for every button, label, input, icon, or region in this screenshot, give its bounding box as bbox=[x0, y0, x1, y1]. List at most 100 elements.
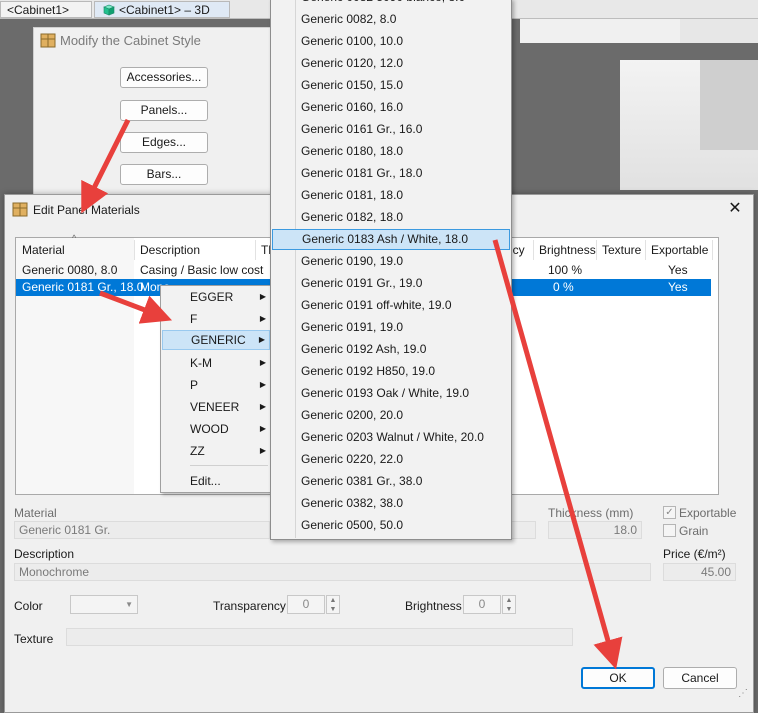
material-field[interactable]: Generic 0181 Gr. bbox=[14, 521, 270, 539]
brightness-spinner[interactable]: ▲ ▼ bbox=[502, 595, 516, 614]
modify-panel-title: Modify the Cabinet Style bbox=[60, 33, 201, 48]
price-field[interactable]: 45.00 bbox=[663, 563, 736, 581]
dropdown-item[interactable]: Generic 0220, 22.0 bbox=[272, 449, 510, 470]
menu-item-label: GENERIC bbox=[191, 333, 246, 347]
menu-item-label: K-M bbox=[190, 356, 212, 370]
col-header-material[interactable]: Material bbox=[18, 240, 135, 260]
menu-item-label: EGGER bbox=[190, 290, 234, 304]
tab-label: <Cabinet1> – 3D bbox=[119, 3, 210, 17]
tab-cabinet1[interactable]: <Cabinet1> bbox=[0, 1, 92, 18]
texture-field[interactable] bbox=[66, 628, 573, 646]
dropdown-item[interactable]: Generic 0200, 20.0 bbox=[272, 405, 510, 426]
brightness-input[interactable]: 0 bbox=[463, 595, 501, 614]
submenu-arrow-icon: ▶ bbox=[259, 358, 266, 367]
dropdown-item[interactable]: Generic 0120, 12.0 bbox=[272, 53, 510, 74]
cancel-button[interactable]: Cancel bbox=[663, 667, 737, 689]
dropdown-item[interactable]: Generic 0082, 8.0 bbox=[272, 9, 510, 30]
submenu-arrow-icon: ▶ bbox=[259, 424, 266, 433]
menu-item-label: F bbox=[190, 312, 198, 326]
cell-exportable: Yes bbox=[668, 263, 688, 277]
accessories-button[interactable]: Accessories... bbox=[120, 67, 208, 88]
cabinet-icon bbox=[40, 33, 56, 48]
panels-button[interactable]: Panels... bbox=[120, 100, 208, 121]
bars-button[interactable]: Bars... bbox=[120, 164, 208, 185]
close-icon[interactable]: ✕ bbox=[726, 200, 744, 218]
dropdown-item[interactable]: Generic 0192 H850, 19.0 bbox=[272, 361, 510, 382]
dropdown-item[interactable]: Generic 0182, 18.0 bbox=[272, 207, 510, 228]
transparency-label: Transparency bbox=[213, 599, 286, 613]
toolbar-area-right bbox=[680, 19, 758, 43]
edges-button[interactable]: Edges... bbox=[120, 132, 208, 153]
material-label: Material bbox=[14, 506, 57, 520]
transparency-input[interactable]: 0 bbox=[287, 595, 325, 614]
dropdown-item[interactable]: Generic 0203 Walnut / White, 20.0 bbox=[272, 427, 510, 448]
dropdown-item[interactable]: Generic 0191, 19.0 bbox=[272, 317, 510, 338]
menu-item-egger[interactable]: EGGER ▶ bbox=[162, 287, 270, 307]
thickness-label: Thickness (mm) bbox=[548, 506, 634, 520]
dropdown-item[interactable]: Generic 0161 Gr., 16.0 bbox=[272, 119, 510, 140]
menu-item-f[interactable]: F ▶ bbox=[162, 309, 270, 329]
submenu-arrow-icon: ▶ bbox=[259, 446, 266, 455]
dropdown-item[interactable]: Generic 0191 Gr., 19.0 bbox=[272, 273, 510, 294]
transparency-spinner[interactable]: ▲ ▼ bbox=[326, 595, 340, 614]
submenu-arrow-icon: ▶ bbox=[259, 380, 266, 389]
cell-description: Casing / Basic low cost bbox=[140, 263, 264, 277]
menu-item-label: WOOD bbox=[190, 422, 229, 436]
dropdown-item-selected[interactable]: Generic 0183 Ash / White, 18.0 bbox=[272, 229, 510, 250]
brightness-label: Brightness bbox=[405, 599, 462, 613]
cell-brightness: 0 % bbox=[553, 280, 574, 294]
menu-item-wood[interactable]: WOOD ▶ bbox=[162, 419, 270, 439]
menu-item-label: ZZ bbox=[190, 444, 205, 458]
menu-item-veneer[interactable]: VENEER ▶ bbox=[162, 397, 270, 417]
col-header-description[interactable]: Description bbox=[136, 240, 256, 260]
description-field[interactable]: Monochrome bbox=[14, 563, 651, 581]
dropdown-item[interactable]: Generic 0160, 16.0 bbox=[272, 97, 510, 118]
color-label: Color bbox=[14, 599, 43, 613]
cell-material: Generic 0181 Gr., 18.0 bbox=[22, 280, 144, 294]
exportable-checkbox[interactable]: ✓ bbox=[663, 506, 676, 519]
dropdown-item[interactable]: Generic 0193 Oak / White, 19.0 bbox=[272, 383, 510, 404]
dropdown-item[interactable]: Generic 0100, 10.0 bbox=[272, 31, 510, 52]
cell-material: Generic 0080, 8.0 bbox=[22, 263, 118, 277]
dropdown-item[interactable]: Generic 0382, 38.0 bbox=[272, 493, 510, 514]
dropdown-item[interactable]: Generic 0500, 50.0 bbox=[272, 515, 510, 536]
menu-item-label: VENEER bbox=[190, 400, 240, 414]
dropdown-item[interactable]: Generic 0192 Ash, 19.0 bbox=[272, 339, 510, 360]
price-label: Price (€/m²) bbox=[663, 547, 726, 561]
cell-exportable: Yes bbox=[668, 280, 688, 294]
submenu-arrow-icon: ▶ bbox=[259, 314, 266, 323]
resize-grip-icon[interactable]: ⋰ bbox=[738, 688, 748, 699]
tab-cabinet1-3d[interactable]: <Cabinet1> – 3D bbox=[94, 1, 230, 18]
material-field-tail bbox=[510, 521, 536, 539]
cube-icon bbox=[103, 4, 115, 16]
menu-item-p[interactable]: P ▶ bbox=[162, 375, 270, 395]
exportable-label: Exportable bbox=[679, 506, 737, 520]
menu-item-generic[interactable]: GENERIC ▶ bbox=[162, 330, 270, 350]
color-dropdown[interactable]: ▼ bbox=[70, 595, 138, 614]
dialog-title: Edit Panel Materials bbox=[33, 203, 140, 217]
cabinet-model-side bbox=[700, 60, 758, 150]
cell-brightness: 100 % bbox=[548, 263, 583, 277]
submenu-arrow-icon: ▶ bbox=[258, 335, 265, 344]
dropdown-item[interactable]: Generic 0180, 18.0 bbox=[272, 141, 510, 162]
dropdown-item[interactable]: Generic 0150, 15.0 bbox=[272, 75, 510, 96]
dropdown-item-partial[interactable]: Generic 0082 5090 bianco, 8.0 bbox=[272, 0, 510, 8]
thickness-field[interactable]: 18.0 bbox=[548, 521, 642, 539]
dropdown-item[interactable]: Generic 0381 Gr., 38.0 bbox=[272, 471, 510, 492]
grain-checkbox[interactable] bbox=[663, 524, 676, 537]
description-label: Description bbox=[14, 547, 75, 561]
dropdown-item[interactable]: Generic 0190, 19.0 bbox=[272, 251, 510, 272]
menu-item-label: P bbox=[190, 378, 199, 392]
dropdown-item[interactable]: Generic 0191 off-white, 19.0 bbox=[272, 295, 510, 316]
grain-label: Grain bbox=[679, 524, 709, 538]
col-header-exportable[interactable]: Exportable bbox=[647, 240, 713, 260]
dropdown-item[interactable]: Generic 0181, 18.0 bbox=[272, 185, 510, 206]
cabinet-icon bbox=[12, 202, 28, 217]
dropdown-item[interactable]: Generic 0181 Gr., 18.0 bbox=[272, 163, 510, 184]
ok-button[interactable]: OK bbox=[581, 667, 655, 689]
col-header-texture[interactable]: Texture bbox=[598, 240, 646, 260]
menu-item-zz[interactable]: ZZ ▶ bbox=[162, 441, 270, 461]
menu-item-k-m[interactable]: K-M ▶ bbox=[162, 353, 270, 373]
col-header-brightness[interactable]: Brightness bbox=[535, 240, 597, 260]
menu-item-edit[interactable]: Edit... bbox=[162, 471, 270, 491]
